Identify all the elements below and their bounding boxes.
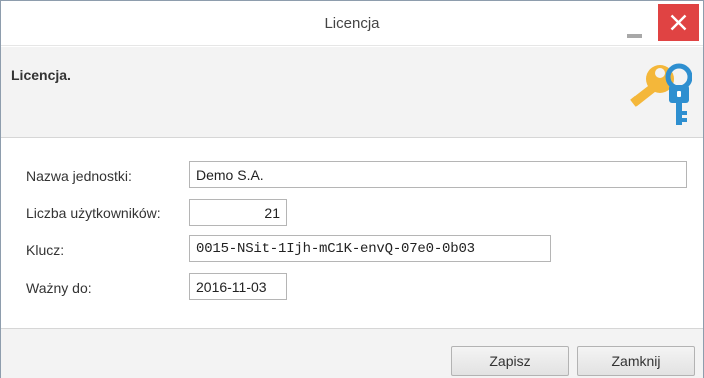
title-bar: Licencja bbox=[1, 1, 703, 46]
keys-icon bbox=[630, 63, 692, 125]
close-button[interactable] bbox=[658, 4, 699, 41]
minimize-button[interactable] bbox=[619, 11, 649, 39]
dialog-footer: Zapisz Zamknij bbox=[1, 328, 703, 378]
valid-until-label: Ważny do: bbox=[26, 280, 92, 296]
license-form: Nazwa jednostki: Liczba użytkowników: Kl… bbox=[1, 139, 703, 328]
window-title: Licencja bbox=[324, 15, 380, 32]
key-label: Klucz: bbox=[26, 242, 65, 258]
unit-name-field[interactable] bbox=[189, 161, 687, 188]
license-key-field[interactable] bbox=[189, 235, 551, 262]
user-count-label: Liczba użytkowników: bbox=[26, 205, 161, 221]
minimize-icon bbox=[627, 34, 642, 38]
license-dialog: Licencja Licencja. Nazwa jednostki: Demo… bbox=[0, 0, 704, 378]
close-icon bbox=[670, 14, 687, 31]
dialog-header: Licencja. bbox=[1, 47, 703, 138]
save-button[interactable]: Zapisz bbox=[451, 346, 569, 376]
header-title: Licencja. bbox=[11, 67, 71, 83]
unit-name-label: Nazwa jednostki: bbox=[26, 168, 132, 184]
user-count-field[interactable] bbox=[189, 199, 287, 226]
close-dialog-button[interactable]: Zamknij bbox=[577, 346, 695, 376]
valid-until-field[interactable] bbox=[189, 273, 287, 300]
